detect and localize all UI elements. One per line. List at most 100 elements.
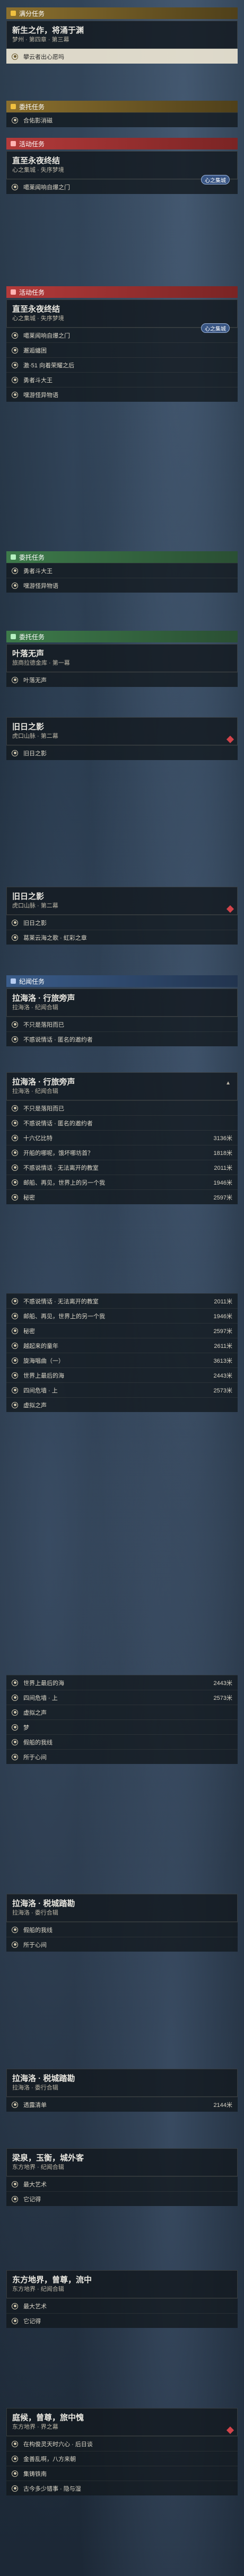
quest-step[interactable]: 在构俊灵天时六心 · 后日谈: [6, 2436, 238, 2451]
step-label: 它记得: [23, 2318, 41, 2325]
step-icon: [12, 1387, 18, 1393]
quest-step[interactable]: 假船的我线: [6, 1922, 238, 1937]
step-label: 金善乱啊，八方来朝: [23, 2456, 76, 2463]
quest-card[interactable]: 拉海洛 · 税城踏勘 拉海洛 · 委行合辑: [6, 2069, 238, 2097]
quest-subtitle: 心之集城 · 失序梦境: [12, 315, 64, 322]
quest-step[interactable]: 不惑说情话 · 无法离开的教室 2011米: [6, 1293, 238, 1308]
tag-icon: [11, 289, 16, 295]
quest-subtitle: 拉海洛 · 委行合辑: [12, 2085, 58, 2091]
quest-step[interactable]: 集铸铁南: [6, 2466, 238, 2481]
quest-step[interactable]: 秘密 2597米: [6, 1189, 238, 1204]
region-badge: 心之集城: [201, 175, 230, 184]
step-distance: 2597米: [213, 1194, 232, 1201]
step-label: 开船的哪呢，饿坏哪坊首？: [23, 1150, 93, 1157]
quest-card[interactable]: 东方地界，曾尊，流中 东方地界 · 纪闻合辑: [6, 2270, 238, 2298]
quest-step[interactable]: 古今多少错事 · 隐与湿: [6, 2481, 238, 2495]
quest-card[interactable]: 庭候，曾尊，旅中愧 东方地界 · 界之幕: [6, 2408, 238, 2436]
step-icon: [12, 1327, 18, 1334]
quest-step[interactable]: 金善乱啊，八方来朝: [6, 2451, 238, 2466]
quest-step[interactable]: 它记得: [6, 2191, 238, 2206]
step-label: 古今多少错事 · 隐与湿: [23, 2485, 81, 2492]
tag-icon: [11, 554, 16, 560]
quest-card[interactable]: 梁泉，玉衡，城外客 东方地界 · 纪闻合辑: [6, 2148, 238, 2176]
expand-chevron-icon: ▲: [225, 1080, 231, 1086]
quest-card[interactable]: 旧日之影 虎口山脉 · 第二幕: [6, 887, 238, 915]
quest-step[interactable]: 邮船、再见，世界上的另一个我 1946米: [6, 1175, 238, 1189]
step-label: 秘密: [23, 1328, 35, 1335]
quest-step[interactable]: 旋海唱曲（一） 3613米: [6, 1353, 238, 1368]
step-icon: [12, 1036, 18, 1043]
quest-subtitle: 东方地界 · 纪闻合辑: [12, 2286, 64, 2292]
quest-card[interactable]: 拉海洛 · 行旅旁声 拉海洛 · 纪闻合辑 ▲: [6, 1072, 238, 1100]
quest-step[interactable]: 透露清单 2144米: [6, 2097, 238, 2112]
quest-step[interactable]: 嘿游怪异物语: [6, 578, 238, 593]
quest-step[interactable]: 邂逅纏困: [6, 342, 238, 357]
step-icon: [12, 1694, 18, 1701]
quest-step[interactable]: 十六亿比特 3136米: [6, 1130, 238, 1145]
step-icon: [12, 183, 18, 190]
quest-step[interactable]: 不惑说情话 · 无法离开的教室 2011米: [6, 1160, 238, 1175]
quest-card[interactable]: 旧日之影 虎口山脉 · 第二幕: [6, 717, 238, 745]
step-label: 不惑说情话 · 无法离开的教室: [23, 1165, 99, 1171]
step-label: 旋海唱曲（一）: [23, 1357, 64, 1364]
quest-step[interactable]: 不惑说情话 · 匿名的邀约者: [6, 1115, 238, 1130]
quest-step[interactable]: 最大艺术: [6, 2298, 238, 2313]
quest-step[interactable]: 最大艺术: [6, 2176, 238, 2191]
quest-card[interactable]: 拉海洛 · 行旅旁声 拉海洛 · 纪闻合辑: [6, 989, 238, 1017]
quest-title: 拉海洛 · 税城踏勘: [12, 2074, 75, 2083]
quest-card[interactable]: 新生之作，将涌于渊 梦州 · 第四章 · 第三幕: [6, 21, 238, 49]
quest-step[interactable]: 旧日之影: [6, 915, 238, 930]
quest-step[interactable]: 不只是落阳而已: [6, 1100, 238, 1115]
step-icon: [12, 1941, 18, 1948]
quest-step[interactable]: 旧日之影: [6, 745, 238, 760]
quest-step[interactable]: 世界上最后的海 2443米: [6, 1368, 238, 1382]
quest-step[interactable]: 虚拟之声: [6, 1705, 238, 1719]
quest-step[interactable]: 四间危墙 · 上 2573米: [6, 1382, 238, 1397]
quest-step[interactable]: 所于心间: [6, 1937, 238, 1952]
quest-card[interactable]: 直至永夜终结 心之集城 · 失序梦境 心之集城: [6, 299, 238, 333]
quest-step[interactable]: 激·51 向着荣耀之后: [6, 357, 238, 372]
quest-subtitle: 拉海洛 · 纪闻合辑: [12, 1088, 58, 1095]
quest-step[interactable]: 合佑影消磁: [6, 112, 238, 127]
quest-step[interactable]: 虚拟之声: [6, 1397, 238, 1412]
tag-icon: [11, 634, 16, 639]
quest-step[interactable]: 葛莱云海之歌 · 虹彩之章: [6, 930, 238, 945]
quest-step[interactable]: 假船的我线: [6, 1734, 238, 1749]
quest-step[interactable]: 邮船、再见，世界上的另一个我 1946米: [6, 1308, 238, 1323]
step-icon: [12, 1724, 18, 1731]
step-icon: [12, 1312, 18, 1319]
quest-step[interactable]: 世界上最后的海 2443米: [6, 1675, 238, 1690]
quest-card[interactable]: 叶落无声 旅商拉德金库 · 第一幕: [6, 644, 238, 672]
step-icon: [12, 53, 18, 60]
quest-step[interactable]: 越起来的童年 2611米: [6, 1338, 238, 1353]
quest-step[interactable]: 不惑说情话 · 匿名的邀约者: [6, 1031, 238, 1046]
quest-step[interactable]: 勇者斗大王: [6, 372, 238, 387]
quest-step[interactable]: 不只是落阳而已: [6, 1017, 238, 1031]
quest-step[interactable]: 嘿游怪异物语: [6, 387, 238, 402]
quest-step[interactable]: 它记得: [6, 2313, 238, 2328]
quest-step[interactable]: 攀云者出心愿吗: [6, 49, 238, 64]
tag-icon: [11, 104, 16, 109]
quest-subtitle: 拉海洛 · 委行合辑: [12, 1910, 58, 1916]
step-label: 在构俊灵天时六心 · 后日谈: [23, 2441, 93, 2448]
quest-card[interactable]: 直至永夜终结 心之集城 · 失序梦境 心之集城: [6, 151, 238, 184]
step-icon: [12, 1134, 18, 1141]
step-label: 噶莱闻响自爆之门: [23, 184, 70, 191]
step-label: 越起来的童年: [23, 1343, 58, 1349]
quest-step[interactable]: 勇者斗大王: [6, 563, 238, 578]
quest-card[interactable]: 拉海洛 · 税城踏勘 拉海洛 · 委行合辑: [6, 1894, 238, 1922]
quest-step[interactable]: 所于心间: [6, 1749, 238, 1764]
quest-group-17: 庭候，曾尊，旅中愧 东方地界 · 界之幕 在构俊灵天时六心 · 后日谈 金善乱啊…: [6, 2406, 238, 2495]
quest-subtitle: 梦州 · 第四章 · 第三幕: [12, 37, 69, 43]
quest-title: 拉海洛 · 税城踏勘: [12, 1899, 75, 1908]
quest-group-8: 旧日之影 虎口山脉 · 第二幕 旧日之影 葛莱云海之歌 · 虹彩之章: [6, 885, 238, 945]
quest-step[interactable]: 四间危墙 · 上 2573米: [6, 1690, 238, 1705]
quest-step[interactable]: 开船的哪呢，饿坏哪坊首？ 1818米: [6, 1145, 238, 1160]
quest-step[interactable]: 秘密 2597米: [6, 1323, 238, 1338]
quest-step[interactable]: 叶落无声: [6, 672, 238, 687]
step-icon: [12, 1753, 18, 1760]
step-icon: [12, 1401, 18, 1408]
step-label: 四间危墙 · 上: [23, 1387, 58, 1394]
tag-icon: [11, 978, 16, 984]
quest-step[interactable]: 梦: [6, 1719, 238, 1734]
